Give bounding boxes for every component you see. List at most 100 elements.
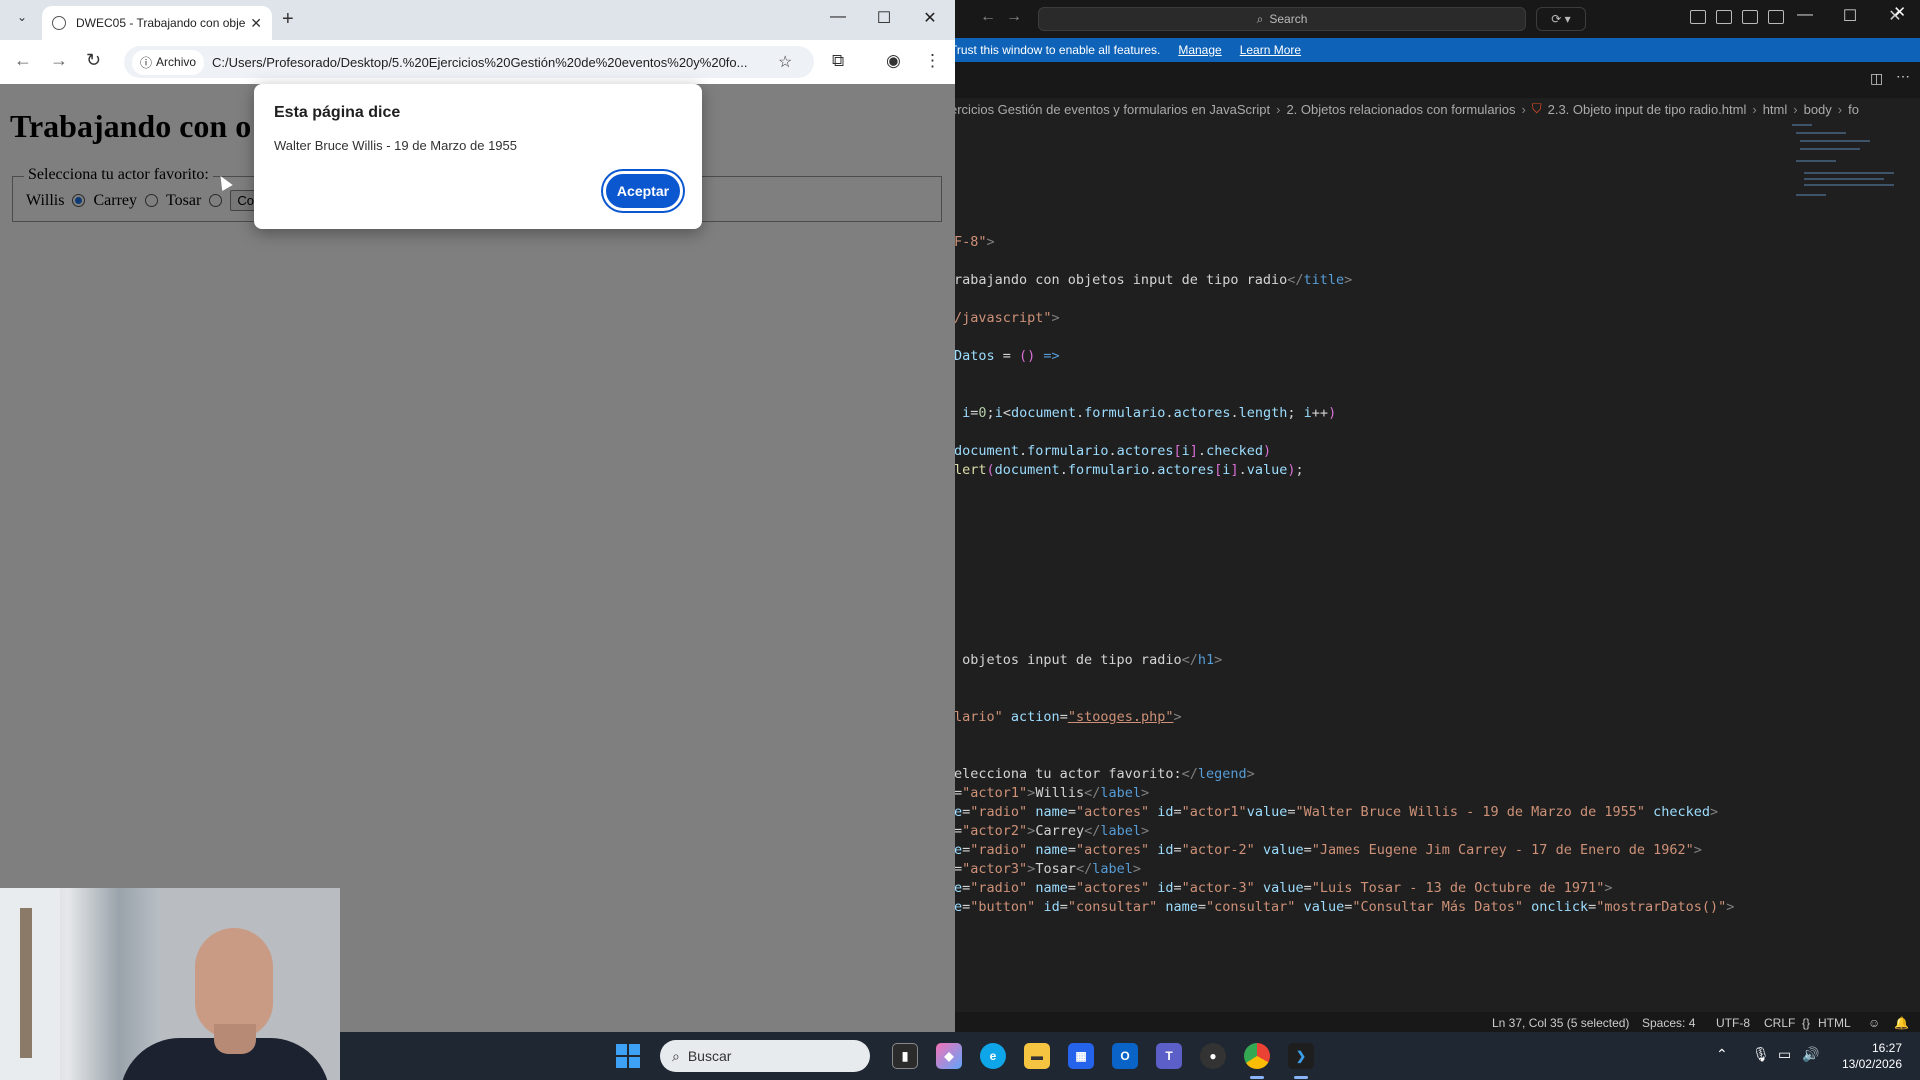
encoding[interactable]: UTF-8 — [1716, 1016, 1750, 1030]
bell-icon[interactable]: 🔔 — [1894, 1016, 1909, 1030]
code-line: e="radio" name="actores" id="actor-2" va… — [954, 842, 1702, 858]
breadcrumb-html[interactable]: html — [1763, 102, 1788, 117]
taskbar-search[interactable]: ⌕ Buscar — [660, 1040, 870, 1072]
task-view-icon[interactable]: ▮ — [892, 1043, 918, 1069]
tab-title: DWEC05 - Trabajando con obje — [76, 16, 246, 30]
alert-dialog: Esta página dice Walter Bruce Willis - 1… — [254, 84, 702, 229]
close-icon[interactable]: ✕ — [910, 8, 950, 28]
search-icon: ⌕ — [1256, 11, 1264, 26]
url-text[interactable]: C:/Users/Profesorado/Desktop/5.%20Ejerci… — [212, 55, 772, 70]
banner-close-icon[interactable]: ✕ — [1893, 3, 1906, 21]
toggle-primary-sidebar-icon[interactable] — [1716, 10, 1732, 24]
reload-icon[interactable]: ↻ — [86, 50, 101, 71]
code-editor[interactable]: F-8"> rabajando con objetos input de tip… — [950, 120, 1860, 1020]
code-line: document.formulario.actores[i].checked) — [954, 443, 1272, 459]
store-icon[interactable]: ▦ — [1068, 1043, 1094, 1069]
taskbar-search-label: Buscar — [687, 1048, 732, 1064]
status-bar: Ln 37, Col 35 (5 selected) Spaces: 4 UTF… — [950, 1012, 1920, 1032]
restricted-mode-banner: Trust this window to enable all features… — [950, 38, 1920, 62]
breadcrumb-body[interactable]: body — [1804, 102, 1832, 117]
profile-icon[interactable]: ◉ — [886, 51, 901, 71]
toggle-panel-icon[interactable] — [1742, 10, 1758, 24]
code-line: ="actor2">Carrey</label> — [954, 823, 1150, 839]
address-bar[interactable]: ⓘ Archivo C:/Users/Profesorado/Desktop/5… — [124, 46, 814, 78]
dialog-title: Esta página dice — [274, 104, 401, 121]
code-line: Datos = () => — [954, 348, 1060, 364]
back-arrow-icon[interactable]: ← — [980, 8, 996, 26]
code-line: i=0;i<document.formulario.actores.length… — [954, 405, 1337, 421]
code-line: rabajando con objetos input de tipo radi… — [954, 272, 1353, 288]
code-line: elecciona tu actor favorito:</legend> — [954, 766, 1255, 782]
site-chip-label: Archivo — [156, 55, 197, 69]
split-editor-icon[interactable]: ◫ — [1870, 70, 1883, 87]
taskbar: ⌕ Buscar ▮ ◆ e ▬ ▦ O T ● ❯ ⌃ 🎙 ▭ 🔊 16:27… — [340, 1032, 1920, 1080]
app-icon[interactable]: ● — [1200, 1043, 1226, 1069]
line-ending[interactable]: CRLF — [1764, 1016, 1795, 1030]
edge-icon[interactable]: e — [980, 1043, 1006, 1069]
code-line: F-8"> — [954, 234, 995, 250]
vscode-icon[interactable]: ❯ — [1288, 1043, 1314, 1069]
maximize-icon[interactable]: ☐ — [1835, 6, 1865, 26]
info-icon: ⓘ — [140, 55, 153, 70]
bookmark-star-icon[interactable]: ☆ — [778, 52, 792, 72]
new-tab-icon[interactable]: + — [282, 8, 294, 31]
search-label: Search — [1269, 12, 1308, 26]
code-line: lario" action="stooges.php"> — [954, 709, 1182, 725]
maximize-icon[interactable]: ☐ — [864, 8, 904, 28]
breadcrumb-form[interactable]: fo — [1848, 102, 1859, 117]
search-icon: ⌕ — [672, 1047, 680, 1064]
minimap[interactable] — [1790, 120, 1910, 220]
manage-link[interactable]: Manage — [1178, 43, 1221, 57]
network-icon[interactable]: ▭ — [1778, 1046, 1791, 1063]
chrome-menu-icon[interactable]: ⋮ — [924, 51, 941, 71]
dialog-message: Walter Bruce Willis - 19 de Marzo de 195… — [274, 138, 518, 153]
microphone-icon[interactable]: 🎙 — [1752, 1046, 1770, 1063]
breadcrumb-subfolder[interactable]: 2. Objetos relacionados con formularios — [1286, 102, 1515, 117]
globe-icon — [52, 16, 66, 30]
indentation[interactable]: Spaces: 4 — [1642, 1016, 1695, 1030]
back-arrow-icon[interactable]: ← — [14, 50, 32, 71]
tab-dwec05[interactable]: DWEC05 - Trabajando con obje ✕ — [42, 6, 272, 40]
chrome-window: ⌄ DWEC05 - Trabajando con obje ✕ + — ☐ ✕… — [0, 0, 955, 1032]
windows-start-icon[interactable] — [616, 1044, 640, 1068]
clock-date: 13/02/2026 — [1841, 1057, 1902, 1071]
forward-arrow-icon[interactable]: → — [1006, 8, 1022, 26]
tab-close-icon[interactable]: ✕ — [250, 15, 262, 32]
breadcrumb-file[interactable]: 2.3. Objeto input de tipo radio.html — [1548, 102, 1747, 117]
file-explorer-icon[interactable]: ▬ — [1024, 1043, 1050, 1069]
browser-toolbar: ← → ↻ ⓘ Archivo C:/Users/Profesorado/Des… — [0, 40, 955, 84]
code-line: lert(document.formulario.actores[i].valu… — [954, 462, 1304, 478]
breadcrumb-folder[interactable]: ercicios Gestión de eventos y formulario… — [950, 102, 1270, 117]
copilot-button[interactable]: ⟳ ▾ — [1536, 7, 1586, 31]
learn-more-link[interactable]: Learn More — [1240, 43, 1301, 57]
extensions-icon[interactable]: ⧉ — [832, 51, 844, 71]
cursor-position[interactable]: Ln 37, Col 35 (5 selected) — [1492, 1016, 1629, 1030]
vscode-titlebar: ← → ⌕ Search ⟳ ▾ — ☐ ✕ — [950, 0, 1920, 38]
copilot-app-icon[interactable]: ◆ — [936, 1043, 962, 1069]
customize-layout-icon[interactable] — [1690, 10, 1706, 24]
tab-search-icon[interactable]: ⌄ — [12, 10, 32, 30]
minimize-icon[interactable]: — — [818, 8, 858, 26]
forward-arrow-icon[interactable]: → — [50, 50, 68, 71]
chevron-up-icon[interactable]: ⌃ — [1716, 1046, 1728, 1063]
site-info-chip[interactable]: ⓘ Archivo — [132, 49, 205, 75]
tab-strip: ⌄ DWEC05 - Trabajando con obje ✕ + — ☐ ✕ — [0, 0, 955, 40]
code-line: objetos input de tipo radio</h1> — [954, 652, 1223, 668]
code-line: e="button" id="consultar" name="consulta… — [954, 899, 1735, 915]
clock-time: 16:27 — [1871, 1041, 1902, 1055]
outlook-icon[interactable]: O — [1112, 1043, 1138, 1069]
teams-icon[interactable]: T — [1156, 1043, 1182, 1069]
vscode-window: ← → ⌕ Search ⟳ ▾ — ☐ ✕ Trust this window… — [950, 0, 1920, 1032]
toggle-secondary-sidebar-icon[interactable] — [1768, 10, 1784, 24]
command-center-search[interactable]: ⌕ Search — [1038, 7, 1526, 31]
minimize-icon[interactable]: — — [1790, 6, 1820, 24]
language-mode[interactable]: HTML — [1818, 1016, 1851, 1030]
chrome-icon[interactable] — [1244, 1043, 1270, 1069]
volume-icon[interactable]: 🔊 — [1802, 1046, 1819, 1063]
clock[interactable]: 16:27 13/02/2026 — [1842, 1040, 1902, 1072]
copilot-status-icon[interactable]: ☺ — [1868, 1016, 1880, 1030]
webcam-overlay — [0, 888, 340, 1080]
more-actions-icon[interactable]: ⋯ — [1896, 68, 1910, 85]
accept-button[interactable]: Aceptar — [603, 171, 683, 211]
code-line: e="radio" name="actores" id="actor-3" va… — [954, 880, 1613, 896]
